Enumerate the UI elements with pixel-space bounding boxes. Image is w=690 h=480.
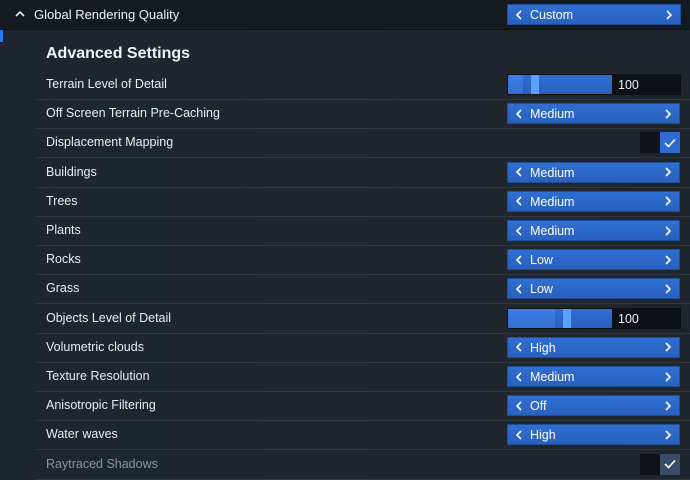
setting-row-anisotropic-filtering: Anisotropic Filtering Off	[36, 391, 690, 422]
setting-label: Off Screen Terrain Pre-Caching	[46, 106, 220, 121]
setting-label: Trees	[46, 193, 78, 208]
slider-fill	[508, 75, 523, 94]
chevron-left-icon[interactable]	[510, 5, 528, 24]
anisotropic-filtering-selector[interactable]: Off	[507, 395, 680, 417]
chevron-left-icon[interactable]	[510, 192, 528, 211]
setting-label: Grass	[46, 281, 80, 296]
setting-label: Objects Level of Detail	[46, 310, 172, 325]
selector-value: Medium	[530, 194, 575, 209]
global-rendering-quality-header[interactable]: Global Rendering Quality Custom	[0, 0, 690, 30]
chevron-left-icon[interactable]	[510, 338, 528, 357]
chevron-right-icon[interactable]	[659, 338, 677, 357]
slider-handle[interactable]	[563, 308, 571, 328]
chevron-left-icon[interactable]	[510, 279, 528, 298]
selector-value: Off	[530, 399, 547, 414]
chevron-left-icon[interactable]	[510, 104, 528, 123]
setting-row-grass: Grass Low	[36, 274, 690, 305]
chevron-right-icon[interactable]	[659, 279, 677, 298]
rocks-selector[interactable]: Low	[507, 249, 680, 271]
setting-label: Texture Resolution	[46, 369, 150, 383]
chevron-left-icon[interactable]	[510, 425, 528, 444]
selector-value: High	[530, 428, 556, 443]
setting-label: Volumetric clouds	[46, 339, 144, 354]
setting-row-texture-resolution: Texture Resolution Medium	[36, 362, 690, 392]
setting-row-buildings: Buildings Medium	[36, 158, 690, 188]
chevron-right-icon[interactable]	[659, 425, 677, 444]
selector-value: Medium	[530, 107, 575, 122]
plants-selector[interactable]: Medium	[507, 220, 680, 241]
setting-label: Raytraced Shadows	[46, 456, 158, 471]
setting-row-off-screen-terrain-pre-caching: Off Screen Terrain Pre-Caching Medium	[36, 99, 690, 130]
raytraced-shadows-checkbox	[640, 453, 680, 475]
chevron-left-icon[interactable]	[510, 163, 528, 182]
chevron-right-icon[interactable]	[659, 221, 677, 240]
selector-value: Low	[530, 253, 553, 268]
selector-value: Low	[530, 282, 553, 297]
global-quality-selector[interactable]: Custom	[507, 4, 681, 25]
chevron-left-icon[interactable]	[510, 250, 528, 269]
setting-row-water-waves: Water waves High	[36, 420, 690, 451]
objects-level-of-detail-slider[interactable]: 100	[507, 307, 681, 329]
water-waves-selector[interactable]: High	[507, 424, 680, 446]
terrain-level-of-detail-slider[interactable]: 100	[507, 74, 681, 95]
check-icon	[660, 453, 680, 475]
chevron-right-icon[interactable]	[659, 250, 677, 269]
chevron-left-icon[interactable]	[510, 396, 528, 415]
section-accent-bar	[0, 28, 3, 42]
slider-handle[interactable]	[531, 75, 539, 94]
setting-row-displacement-mapping: Displacement Mapping	[36, 128, 690, 159]
grass-selector[interactable]: Low	[507, 278, 680, 300]
chevron-up-icon[interactable]	[12, 6, 28, 22]
setting-label: Plants	[46, 223, 81, 237]
trees-selector[interactable]: Medium	[507, 190, 680, 212]
chevron-right-icon[interactable]	[659, 367, 677, 386]
setting-row-trees: Trees Medium	[36, 187, 690, 217]
chevron-right-icon[interactable]	[659, 163, 677, 182]
displacement-mapping-checkbox[interactable]	[640, 132, 680, 154]
selector-value: High	[530, 340, 556, 355]
chevron-left-icon[interactable]	[510, 221, 528, 240]
chevron-right-icon[interactable]	[660, 5, 678, 24]
slider-track[interactable]	[508, 75, 612, 94]
header-title: Global Rendering Quality	[34, 7, 180, 22]
check-icon	[660, 132, 680, 154]
slider-value: 100	[618, 78, 639, 92]
chevron-left-icon[interactable]	[510, 367, 528, 386]
selector-value: Medium	[530, 224, 575, 238]
setting-row-volumetric-clouds: Volumetric clouds High	[36, 333, 690, 363]
setting-label: Terrain Level of Detail	[46, 77, 167, 91]
texture-resolution-selector[interactable]: Medium	[507, 366, 680, 387]
chevron-right-icon[interactable]	[659, 192, 677, 211]
section-title: Advanced Settings	[46, 45, 191, 62]
selector-value: Medium	[530, 165, 575, 180]
off-screen-terrain-pre-caching-selector[interactable]: Medium	[507, 103, 680, 125]
buildings-selector[interactable]: Medium	[507, 161, 680, 183]
selector-value: Medium	[530, 370, 575, 384]
global-quality-value: Custom	[530, 8, 574, 22]
setting-label: Rocks	[46, 252, 81, 267]
setting-label: Water waves	[46, 427, 118, 442]
setting-label: Buildings	[46, 164, 97, 179]
chevron-right-icon[interactable]	[659, 104, 677, 123]
setting-row-objects-level-of-detail: Objects Level of Detail 100	[36, 304, 690, 334]
setting-row-plants: Plants Medium	[36, 216, 690, 246]
setting-row-rocks: Rocks Low	[36, 245, 690, 276]
setting-label: Anisotropic Filtering	[46, 398, 156, 413]
chevron-right-icon[interactable]	[659, 396, 677, 415]
slider-fill	[508, 308, 555, 328]
setting-label: Displacement Mapping	[46, 135, 174, 150]
volumetric-clouds-selector[interactable]: High	[507, 336, 680, 358]
setting-row-terrain-level-of-detail: Terrain Level of Detail 100	[36, 70, 690, 100]
setting-row-raytraced-shadows: Raytraced Shadows	[36, 450, 690, 480]
slider-value: 100	[618, 311, 639, 326]
